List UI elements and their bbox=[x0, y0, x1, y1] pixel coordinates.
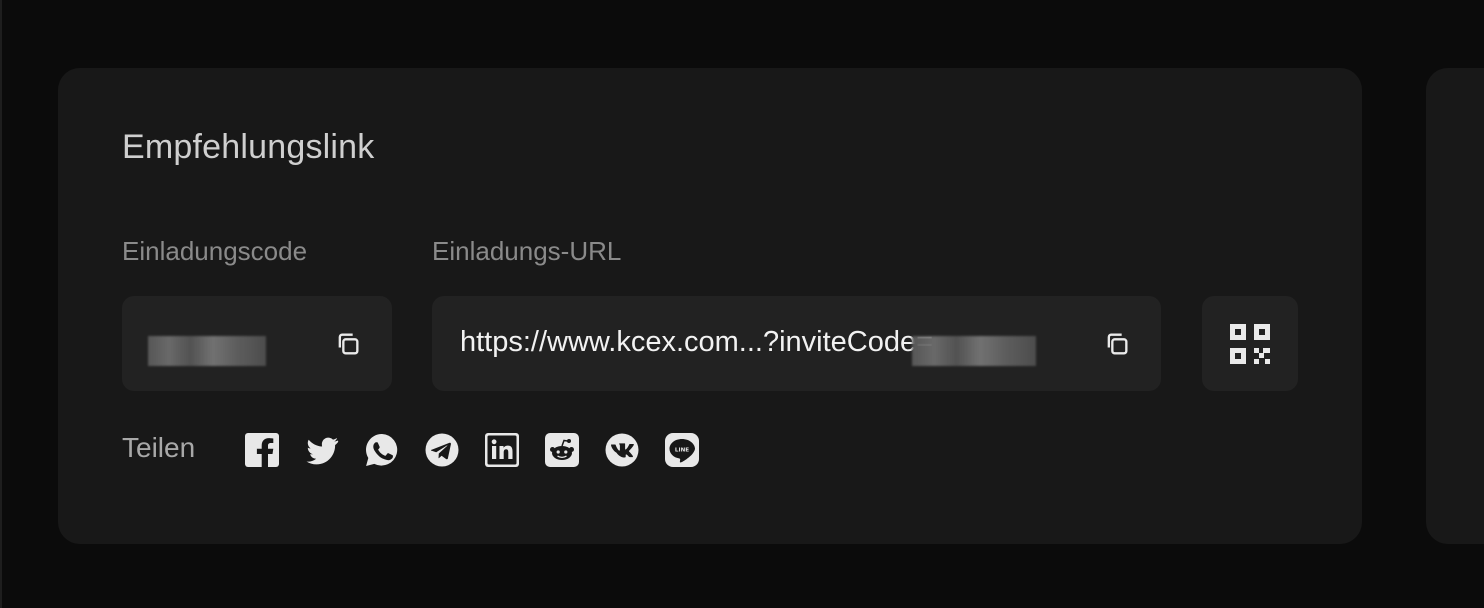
vk-icon[interactable] bbox=[604, 432, 640, 468]
invite-code-field bbox=[122, 296, 392, 391]
linkedin-icon[interactable] bbox=[484, 432, 520, 468]
reddit-icon[interactable] bbox=[544, 432, 580, 468]
left-edge-divider bbox=[0, 0, 2, 608]
line-icon[interactable]: LINE bbox=[664, 432, 700, 468]
card-title: Empfehlungslink bbox=[122, 128, 375, 166]
share-icons-row: LINE bbox=[244, 432, 700, 468]
referral-link-card: Empfehlungslink Einladungscode Einladung… bbox=[58, 68, 1362, 544]
copy-icon[interactable] bbox=[334, 330, 362, 358]
svg-text:LINE: LINE bbox=[675, 448, 689, 454]
telegram-icon[interactable] bbox=[424, 432, 460, 468]
redacted-invite-code bbox=[148, 336, 266, 366]
invite-url-field: https://www.kcex.com...?inviteCode= bbox=[432, 296, 1161, 391]
whatsapp-icon[interactable] bbox=[364, 432, 400, 468]
copy-icon[interactable] bbox=[1103, 330, 1131, 358]
invite-code-label: Einladungscode bbox=[122, 236, 308, 266]
redacted-invite-url-code bbox=[912, 336, 1036, 366]
invite-url-label: Einladungs-URL bbox=[432, 236, 622, 266]
twitter-icon[interactable] bbox=[304, 432, 340, 468]
qr-code-icon bbox=[1230, 324, 1270, 364]
share-label: Teilen bbox=[122, 432, 196, 463]
invite-url-text: https://www.kcex.com...?inviteCode= bbox=[460, 326, 934, 358]
qr-code-button[interactable] bbox=[1202, 296, 1298, 391]
adjacent-card bbox=[1426, 68, 1484, 544]
facebook-icon[interactable] bbox=[244, 432, 280, 468]
